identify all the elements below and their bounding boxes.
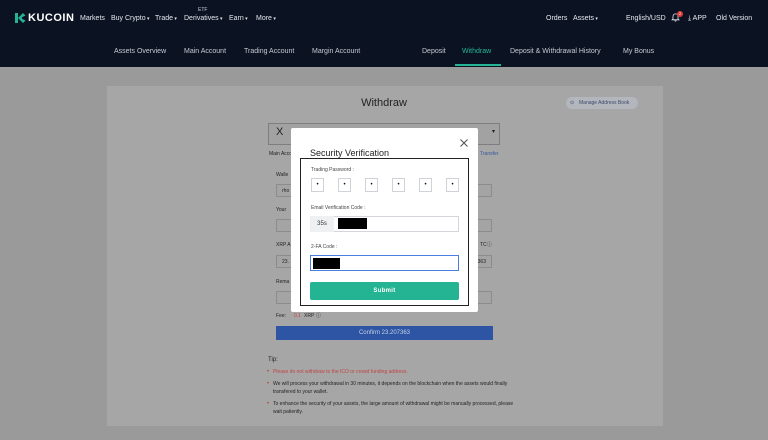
nav-app[interactable]: ⤓ APP [688, 15, 707, 23]
subnav-deposit[interactable]: Deposit [422, 48, 446, 55]
nav-more[interactable]: More ▾ [256, 15, 276, 22]
info-icon: ⓘ [487, 242, 493, 248]
nav-old-version[interactable]: Old Version [716, 15, 752, 22]
nav-assets[interactable]: Assets ▾ [573, 15, 598, 22]
twofa-code-label: 2-FA Code : [311, 244, 338, 250]
subnav-my-bonus[interactable]: My Bonus [623, 48, 654, 55]
xrp-amount-label: XRP A [276, 242, 291, 248]
resend-countdown[interactable]: 35s [310, 216, 334, 232]
nav-earn[interactable]: Earn ▾ [229, 15, 248, 22]
etf-tag: ETF [198, 7, 208, 13]
nav-earn-label: Earn [229, 15, 244, 22]
nav-buy-crypto-label: Buy Crypto [111, 15, 146, 22]
sub-nav: Assets Overview Main Account Trading Acc… [0, 37, 768, 67]
wallet-label: Walle [276, 172, 289, 178]
kucoin-logo-icon [15, 13, 26, 23]
subnav-margin-account[interactable]: Margin Account [312, 48, 360, 55]
xrp-coin-icon: X [276, 126, 284, 138]
nav-markets[interactable]: Markets [80, 15, 105, 22]
book-icon: ⊙ [570, 100, 575, 106]
password-digit-input[interactable]: • [365, 178, 378, 192]
subnav-main-account[interactable]: Main Account [184, 48, 226, 55]
chevron-down-icon: ▾ [271, 16, 276, 22]
nav-derivatives-label: Derivatives [184, 15, 219, 22]
chevron-down-icon: ▾ [145, 16, 150, 22]
modal-title: Security Verification [310, 148, 392, 158]
kucoin-logo[interactable]: KUCOIN [14, 12, 74, 24]
password-digit-input[interactable]: • [446, 178, 459, 192]
password-digit-input[interactable]: • [311, 178, 324, 192]
chevron-down-icon: ▾ [243, 16, 248, 22]
main-account-label: Main Acco [269, 151, 293, 157]
chevron-down-icon: ▾ [492, 129, 496, 135]
brand-name: KUCOIN [28, 12, 75, 24]
password-digit-input[interactable]: • [338, 178, 351, 192]
subnav-assets-overview[interactable]: Assets Overview [114, 48, 166, 55]
subnav-withdraw[interactable]: Withdraw [462, 48, 491, 55]
fee-label: Fee: [276, 313, 287, 319]
transfer-link[interactable]: Transfer [480, 151, 498, 157]
nav-app-label: APP [692, 15, 707, 22]
page-title: Withdraw [361, 97, 407, 109]
close-icon[interactable] [459, 138, 469, 148]
bullet-icon: • [267, 401, 270, 407]
manage-address-book-button[interactable]: ⊙ Manage Address Book [566, 97, 638, 109]
chevron-down-icon: ▾ [173, 16, 177, 22]
manage-address-book-label: Manage Address Book [579, 100, 630, 106]
password-digit-input[interactable]: • [392, 178, 405, 192]
active-tab-underline [455, 64, 501, 66]
bullet-icon: • [267, 381, 270, 387]
nav-derivatives[interactable]: Derivatives ▾ [184, 15, 223, 22]
subnav-trading-account[interactable]: Trading Account [244, 48, 294, 55]
nav-orders[interactable]: Orders [546, 15, 567, 22]
wallet-address-value: rho [282, 188, 290, 194]
remark-label: Rema [276, 279, 290, 285]
submit-button[interactable]: Submit [310, 282, 459, 300]
language-selector[interactable]: English/USD [626, 15, 666, 22]
password-digit-input[interactable]: • [419, 178, 432, 192]
nav-more-label: More [256, 15, 272, 22]
amount-value: 23. [282, 259, 289, 265]
tip-item: • Please do not withdraw to the ICO or c… [267, 368, 523, 376]
your-label: Your [276, 207, 287, 213]
nav-trade-label: Trade [155, 15, 174, 22]
fee-unit: XRP [304, 313, 315, 319]
notification-badge: 2 [677, 11, 683, 17]
tip-text: We will process your withdrawal in 30 mi… [273, 381, 508, 395]
available-label: TC [480, 242, 487, 248]
tip-item: • To enhance the security of your assets… [267, 400, 523, 416]
redacted-email-code [338, 218, 367, 229]
confirm-withdraw-button[interactable]: Confirm 23.207363 [276, 326, 493, 340]
trading-password-label: Trading Password : [311, 167, 354, 173]
subnav-deposit-withdrawal-history[interactable]: Deposit & Withdrawal History [510, 48, 601, 55]
chevron-down-icon: ▾ [218, 16, 223, 22]
top-nav: KUCOIN Markets Buy Crypto ▾ Trade ▾ ETF … [0, 0, 768, 37]
email-code-label: Email Verification Code : [311, 205, 366, 211]
tip-text: Please do not withdraw to the ICO or cro… [273, 369, 408, 375]
nav-buy-crypto[interactable]: Buy Crypto ▾ [111, 15, 150, 22]
fee-value: 0.1 [294, 313, 301, 319]
tip-item: • We will process your withdrawal in 30 … [267, 380, 523, 396]
tip-text: To enhance the security of your assets, … [273, 401, 514, 415]
chevron-down-icon: ▾ [594, 16, 598, 22]
info-icon: ⓘ [316, 313, 322, 319]
redacted-twofa-code [313, 258, 340, 269]
bullet-icon: • [267, 369, 270, 375]
nav-trade[interactable]: Trade ▾ [155, 15, 177, 22]
tips-title: Tip: [268, 357, 278, 363]
nav-assets-label: Assets [573, 15, 595, 22]
amount-right-value: 363 [477, 259, 486, 265]
